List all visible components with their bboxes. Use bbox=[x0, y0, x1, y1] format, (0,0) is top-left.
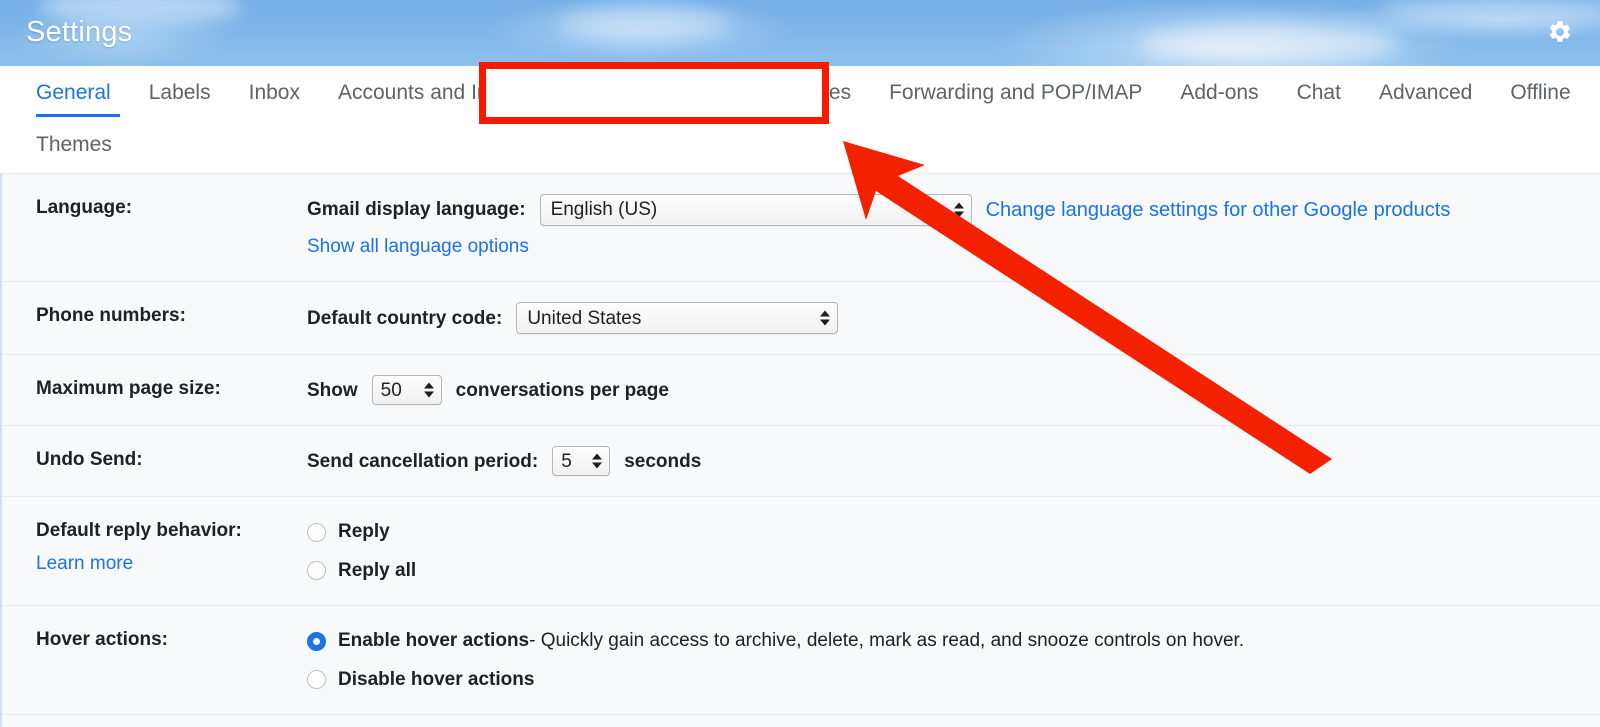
row-control: Send cancellation period: 5 seconds bbox=[307, 426, 1600, 496]
row-label: Language: bbox=[2, 174, 307, 281]
undo-send-label: Undo Send: bbox=[36, 449, 143, 470]
tab-label: Themes bbox=[36, 133, 112, 156]
row-control: Show 50 conversations per page bbox=[307, 355, 1600, 425]
cloud-decoration bbox=[560, 6, 730, 40]
gmail-display-language-label: Gmail display language: bbox=[307, 195, 526, 224]
setting-row-language: Language: Gmail display language: Englis… bbox=[2, 174, 1600, 282]
cloud-decoration bbox=[1140, 24, 1400, 64]
language-select[interactable]: English (US) bbox=[540, 194, 972, 226]
tab-label: Filters and Blocked Addresses bbox=[569, 81, 851, 104]
tab-label: General bbox=[36, 81, 111, 104]
chevron-updown-icon bbox=[820, 311, 830, 326]
radio-button[interactable] bbox=[307, 561, 326, 580]
row-control: Enable hover actions - Quickly gain acce… bbox=[307, 606, 1600, 714]
page-size-select-value: 50 bbox=[381, 376, 402, 405]
row-label: Images: bbox=[2, 715, 307, 727]
tab-accounts-and-import[interactable]: Accounts and Import bbox=[319, 66, 550, 117]
page-size-select[interactable]: 50 bbox=[372, 375, 442, 405]
radio-button[interactable] bbox=[307, 670, 326, 689]
cancellation-period-select-value: 5 bbox=[561, 447, 572, 476]
tab-label: Chat bbox=[1297, 81, 1341, 104]
radio-option[interactable]: Reply bbox=[307, 517, 1580, 546]
setting-row-default-reply-behavior: Default reply behavior: Learn more Reply… bbox=[2, 497, 1600, 606]
tab-offline[interactable]: Offline bbox=[1491, 66, 1589, 117]
setting-row-undo-send: Undo Send: Send cancellation period: 5 s… bbox=[2, 426, 1600, 497]
tab-forwarding-and-pop-imap[interactable]: Forwarding and POP/IMAP bbox=[870, 66, 1161, 117]
radio-option[interactable]: Reply all bbox=[307, 556, 1580, 585]
language-select-value: English (US) bbox=[551, 195, 658, 224]
row-label: Undo Send: bbox=[2, 426, 307, 496]
radio-button[interactable] bbox=[307, 523, 326, 542]
tab-label: Inbox bbox=[249, 81, 300, 104]
tab-label: Forwarding and POP/IMAP bbox=[889, 81, 1142, 104]
tab-themes[interactable]: Themes bbox=[24, 122, 131, 169]
chevron-updown-icon bbox=[954, 203, 964, 218]
default-country-code-label: Default country code: bbox=[307, 304, 502, 333]
tab-label: Add-ons bbox=[1180, 81, 1258, 104]
page-header: Settings bbox=[0, 0, 1600, 66]
radio-description: - Quickly gain access to archive, delete… bbox=[529, 626, 1244, 655]
row-control: Always display external images - Learn m… bbox=[307, 715, 1600, 727]
row-control: Default country code: United States bbox=[307, 282, 1600, 354]
hover-actions-label: Hover actions: bbox=[36, 629, 168, 650]
settings-tab-bar: General Labels Inbox Accounts and Import Fil… bbox=[0, 66, 1600, 174]
chevron-updown-icon bbox=[592, 454, 602, 469]
radio-option[interactable]: Enable hover actions - Quickly gain acce… bbox=[307, 626, 1580, 655]
country-code-select-value: United States bbox=[527, 304, 641, 333]
row-label: Phone numbers: bbox=[2, 282, 307, 354]
tab-row-secondary: Themes bbox=[24, 122, 131, 169]
radio-option[interactable]: Disable hover actions bbox=[307, 665, 1580, 694]
send-cancellation-period-label: Send cancellation period: bbox=[307, 447, 538, 476]
tab-advanced[interactable]: Advanced bbox=[1360, 66, 1491, 117]
row-control: Gmail display language: English (US) Cha… bbox=[307, 174, 1600, 281]
gear-icon[interactable] bbox=[1544, 16, 1576, 48]
radio-label: Disable hover actions bbox=[338, 665, 534, 694]
settings-page: Settings General Labels Inbox Accounts and … bbox=[0, 0, 1600, 727]
page-title: Settings bbox=[26, 16, 132, 49]
radio-label: Enable hover actions bbox=[338, 626, 529, 655]
tab-label: Offline bbox=[1510, 81, 1570, 104]
tab-label: Labels bbox=[149, 81, 211, 104]
cancellation-period-select[interactable]: 5 bbox=[552, 446, 610, 476]
tab-chat[interactable]: Chat bbox=[1278, 66, 1360, 117]
seconds-label: seconds bbox=[624, 447, 701, 476]
setting-row-images: Images: Always display external images -… bbox=[2, 715, 1600, 727]
conversations-per-page-label: conversations per page bbox=[456, 376, 669, 405]
radio-label: Reply all bbox=[338, 556, 416, 585]
tab-label: Accounts and Import bbox=[338, 81, 531, 104]
tab-inbox[interactable]: Inbox bbox=[230, 66, 319, 117]
default-reply-behavior-label: Default reply behavior: bbox=[36, 520, 242, 541]
reply-behavior-radio-group: Reply Reply all bbox=[307, 517, 1580, 585]
setting-row-phone-numbers: Phone numbers: Default country code: Uni… bbox=[2, 282, 1600, 355]
reply-behavior-learn-more-link[interactable]: Learn more bbox=[36, 550, 297, 579]
country-code-select[interactable]: United States bbox=[516, 302, 838, 334]
tab-general[interactable]: General bbox=[24, 66, 130, 117]
settings-content: Language: Gmail display language: Englis… bbox=[0, 174, 1600, 727]
tab-add-ons[interactable]: Add-ons bbox=[1161, 66, 1277, 117]
tab-filters-and-blocked-addresses[interactable]: Filters and Blocked Addresses bbox=[550, 66, 870, 117]
setting-row-maximum-page-size: Maximum page size: Show 50 conversations… bbox=[2, 355, 1600, 426]
tab-row-primary: General Labels Inbox Accounts and Import Fil… bbox=[24, 66, 1590, 117]
show-all-language-options-link[interactable]: Show all language options bbox=[307, 236, 529, 257]
hover-actions-radio-group: Enable hover actions - Quickly gain acce… bbox=[307, 626, 1580, 694]
change-language-settings-link[interactable]: Change language settings for other Googl… bbox=[986, 195, 1451, 226]
phone-numbers-label: Phone numbers: bbox=[36, 305, 186, 326]
row-label: Default reply behavior: Learn more bbox=[2, 497, 307, 605]
radio-button-selected[interactable] bbox=[307, 632, 326, 651]
row-label: Maximum page size: bbox=[2, 355, 307, 425]
row-label: Hover actions: bbox=[2, 606, 307, 714]
row-control: Reply Reply all bbox=[307, 497, 1600, 605]
tab-label: Advanced bbox=[1379, 81, 1472, 104]
language-label: Language: bbox=[36, 197, 132, 218]
tab-labels[interactable]: Labels bbox=[130, 66, 230, 117]
radio-label: Reply bbox=[338, 517, 390, 546]
setting-row-hover-actions: Hover actions: Enable hover actions - Qu… bbox=[2, 606, 1600, 715]
show-prefix-label: Show bbox=[307, 376, 358, 405]
maximum-page-size-label: Maximum page size: bbox=[36, 378, 221, 399]
chevron-updown-icon bbox=[424, 383, 434, 398]
